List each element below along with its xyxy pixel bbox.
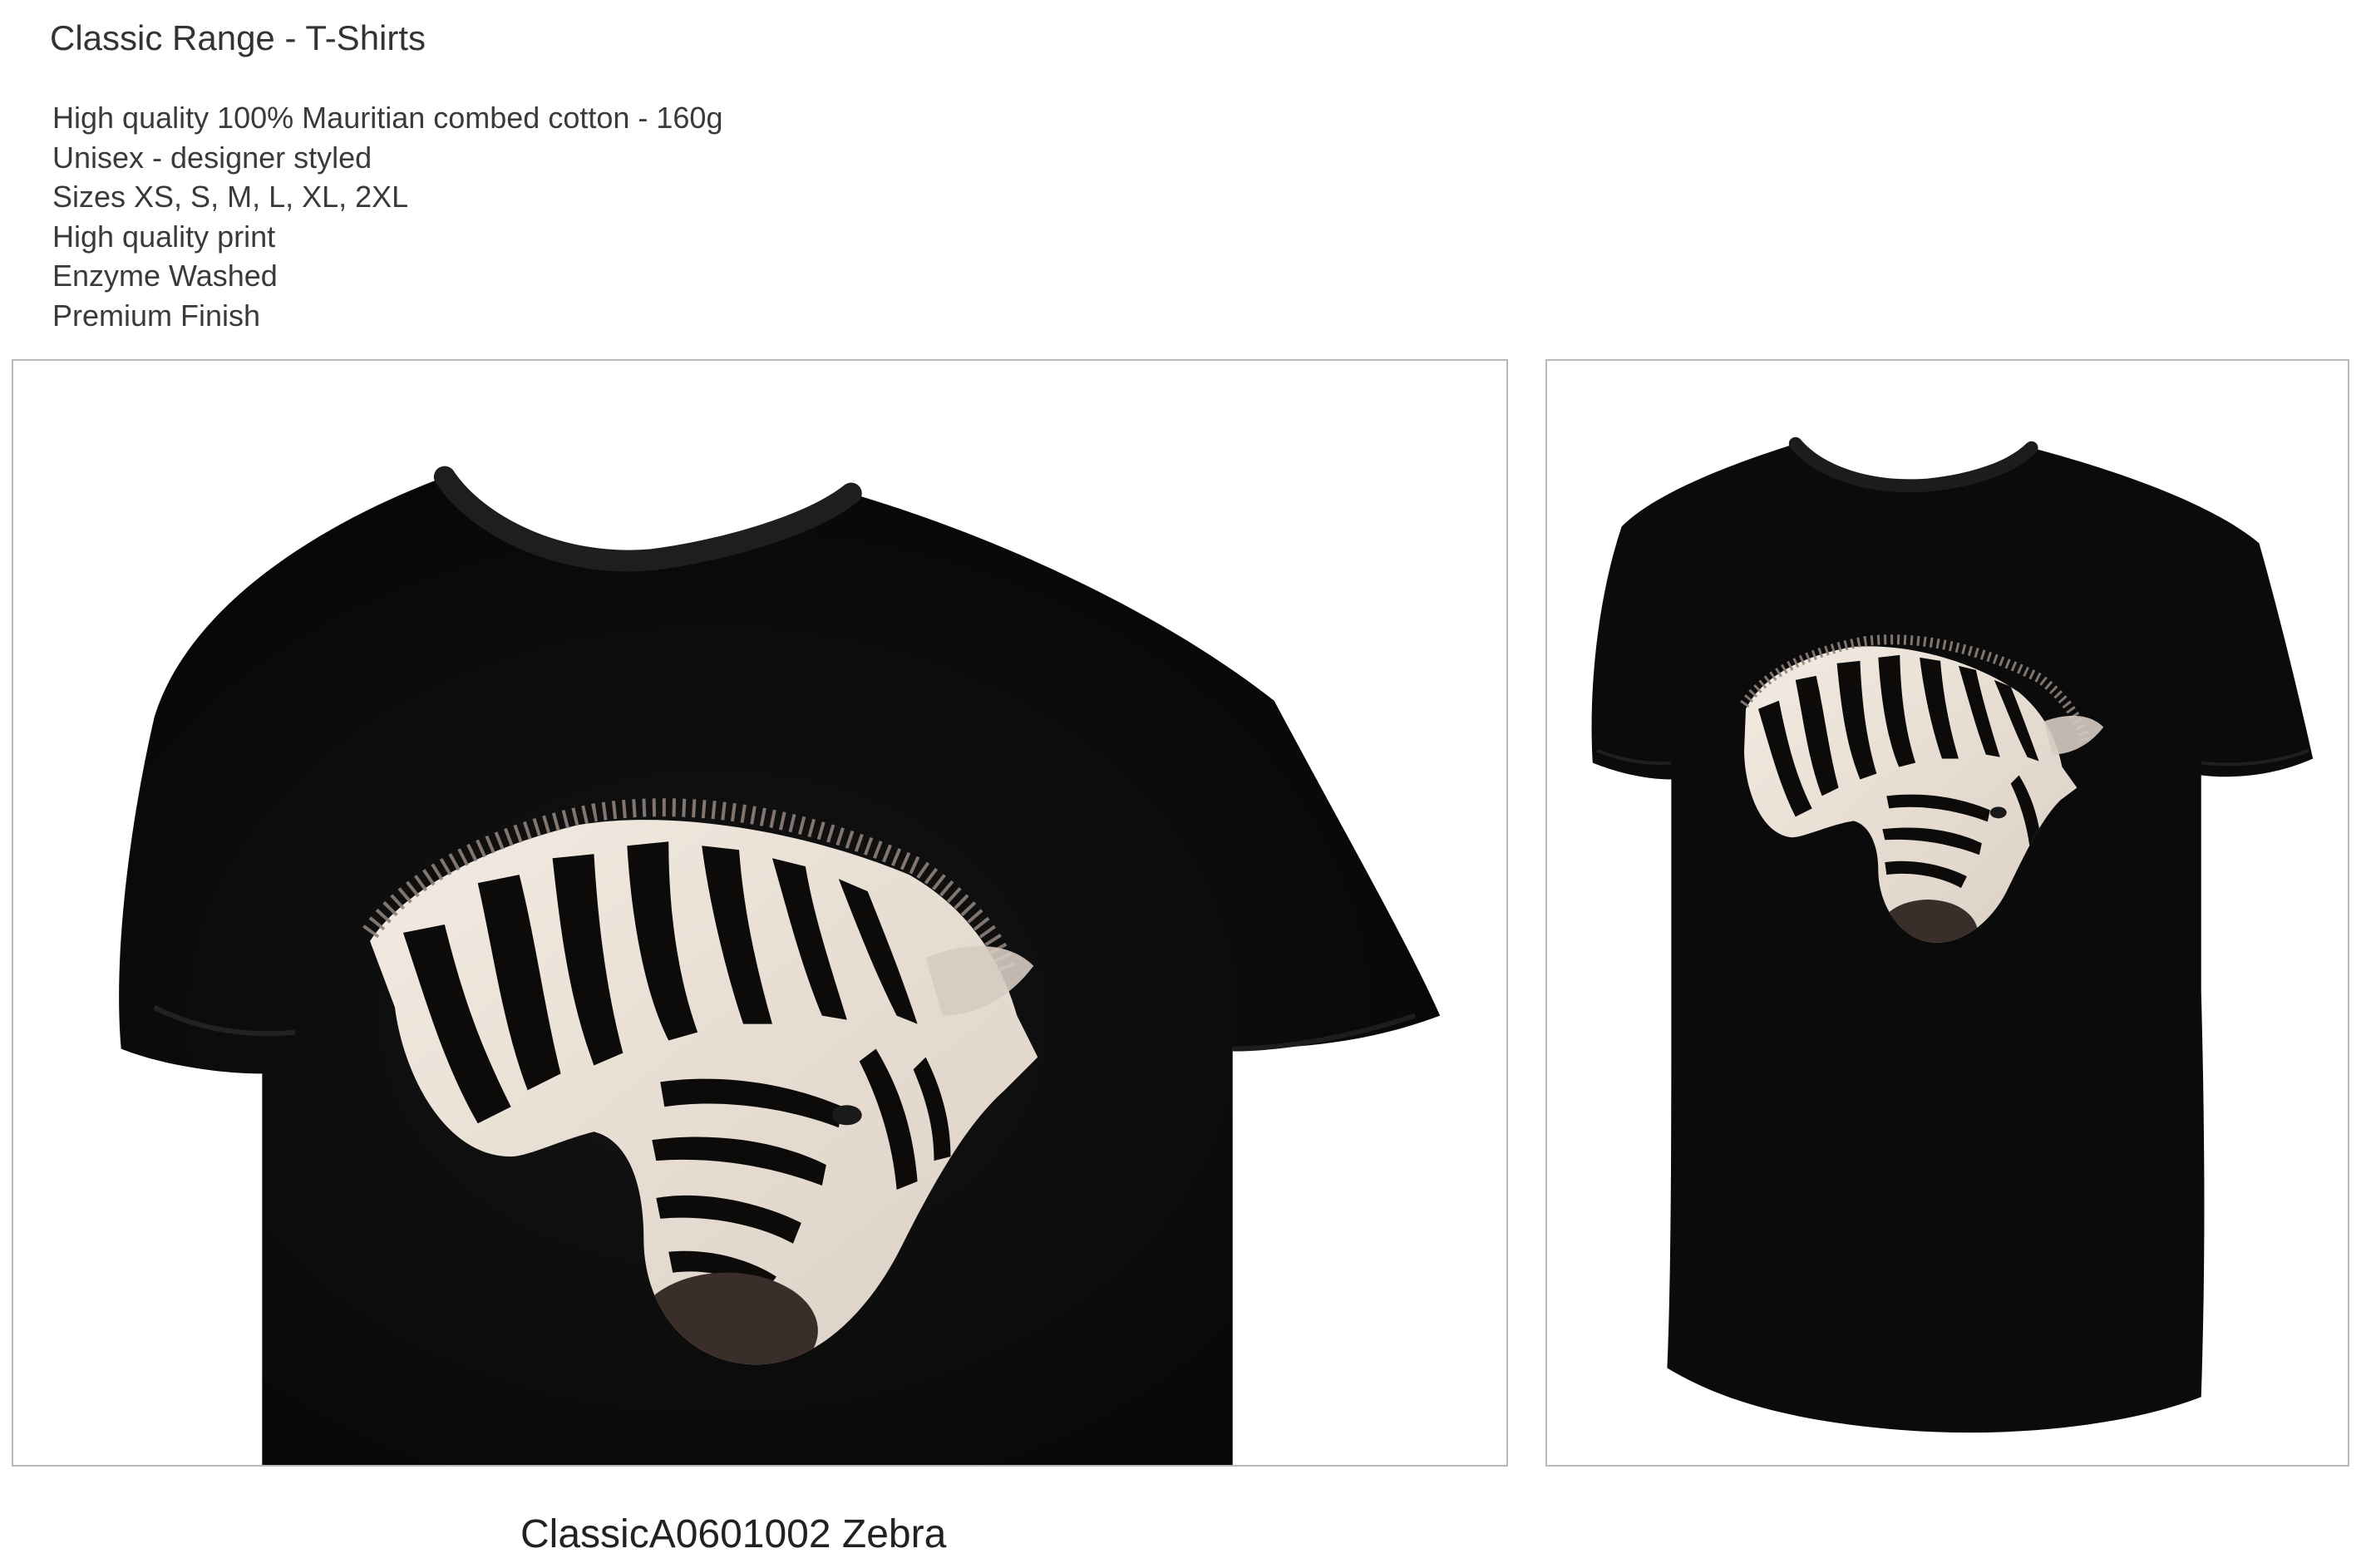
product-caption: ClassicA0601002 Zebra (520, 1512, 947, 1556)
feature-item: Sizes XS, S, M, L, XL, 2XL (52, 180, 409, 214)
product-image-full[interactable] (1545, 359, 2349, 1467)
feature-item: High quality print (52, 219, 276, 254)
feature-item: Enzyme Washed (52, 259, 278, 293)
product-image-closeup[interactable] (12, 359, 1508, 1467)
feature-item: High quality 100% Mauritian combed cotto… (52, 101, 723, 135)
tshirt-closeup-illustration (119, 466, 1441, 1465)
page-title: Classic Range - T-Shirts (50, 18, 426, 57)
feature-item: Unisex - designer styled (52, 140, 372, 175)
feature-item: Premium Finish (52, 298, 261, 333)
tshirt-full-illustration (1591, 436, 2314, 1433)
feature-list: High quality 100% Mauritian combed cotto… (52, 98, 722, 335)
